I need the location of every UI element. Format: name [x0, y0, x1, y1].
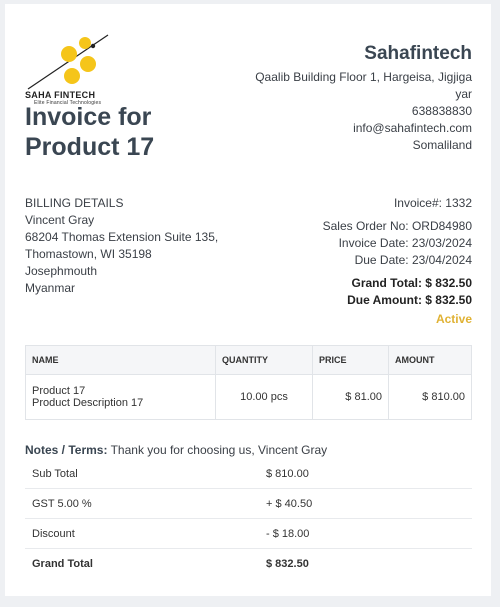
col-header-amount: AMOUNT — [388, 345, 472, 375]
col-header-price: PRICE — [312, 345, 389, 375]
sales-order-number: Sales Order No: ORD84980 — [322, 219, 472, 233]
invoice-title-line2: Product 17 — [25, 133, 155, 161]
billing-address-line2: Thomastown, WI 35198 — [25, 247, 152, 261]
item-price: $ 81.00 — [312, 374, 389, 420]
invoice-page: SAHA FINTECH Elite Financial Technologie… — [5, 4, 491, 596]
billing-city: Josephmouth — [25, 264, 98, 278]
company-address-line2: yar — [455, 87, 472, 101]
subtotal-label: Sub Total — [32, 467, 78, 480]
billing-country: Myanmar — [25, 281, 76, 295]
notes-terms: Notes / Terms: Thank you for choosing us… — [25, 442, 327, 458]
invoice-date: Invoice Date: 23/03/2024 — [338, 236, 472, 250]
tax-value: + $ 40.50 — [266, 497, 313, 510]
company-logo: SAHA FINTECH Elite Financial Technologie… — [25, 29, 125, 106]
grand-total-summary: Grand Total: $ 832.50 — [351, 276, 473, 290]
billing-details: BILLING DETAILS Vincent Gray 68204 Thoma… — [25, 195, 255, 297]
item-name: Product 17 — [32, 385, 86, 397]
discount-value: - $ 18.00 — [266, 527, 310, 540]
billing-heading: BILLING DETAILS — [25, 196, 124, 210]
due-date: Due Date: 23/04/2024 — [354, 253, 472, 267]
item-amount: $ 810.00 — [388, 374, 472, 420]
grand-total-label: Grand Total — [32, 557, 93, 570]
company-name: Sahafintech — [364, 43, 472, 64]
table-header-row: NAME QUANTITY PRICE AMOUNT — [25, 345, 472, 375]
logo-mark-icon — [27, 34, 109, 90]
item-quantity: 10.00 pcs — [215, 374, 313, 420]
company-phone: 638838830 — [411, 104, 472, 118]
due-amount-summary: Due Amount: $ 832.50 — [347, 293, 472, 307]
grand-total-row: Grand Total $ 832.50 — [25, 549, 472, 578]
discount-label: Discount — [32, 527, 75, 540]
subtotal-row: Sub Total $ 810.00 — [25, 459, 472, 489]
notes-text: Thank you for choosing us, Vincent Gray — [110, 443, 328, 457]
company-email[interactable]: info@sahafintech.com — [232, 120, 472, 137]
invoice-meta: Invoice#: 1332 Sales Order No: ORD84980 … — [222, 195, 472, 328]
items-table: NAME QUANTITY PRICE AMOUNT Product 17 Pr… — [25, 345, 472, 420]
item-name-cell: Product 17 Product Description 17 — [25, 374, 216, 420]
billing-address-line1: 68204 Thomas Extension Suite 135, — [25, 230, 219, 244]
invoice-title-line1: Invoice for — [25, 103, 152, 131]
company-country: Somaliland — [412, 138, 472, 152]
company-info: Sahafintech Qaalib Building Floor 1, Har… — [232, 42, 472, 154]
totals-table: Sub Total $ 810.00 GST 5.00 % + $ 40.50 … — [25, 459, 472, 578]
item-description: Product Description 17 — [32, 397, 144, 409]
col-header-quantity: QUANTITY — [215, 345, 313, 375]
subtotal-value: $ 810.00 — [266, 467, 309, 480]
invoice-title: Invoice for Product 17 — [25, 102, 154, 162]
company-address-line1: Qaalib Building Floor 1, Hargeisa, Jigji… — [255, 70, 472, 84]
notes-label: Notes / Terms: — [25, 443, 108, 457]
status-badge: Active — [435, 312, 472, 326]
grand-total-value: $ 832.50 — [266, 557, 309, 570]
billing-name: Vincent Gray — [25, 213, 95, 227]
tax-row: GST 5.00 % + $ 40.50 — [25, 489, 472, 519]
col-header-name: NAME — [25, 345, 216, 375]
discount-row: Discount - $ 18.00 — [25, 519, 472, 549]
tax-label: GST 5.00 % — [32, 497, 92, 510]
invoice-number: Invoice#: 1332 — [393, 196, 472, 210]
table-row: Product 17 Product Description 17 10.00 … — [25, 374, 472, 420]
logo-wordmark: SAHA FINTECH — [25, 90, 96, 100]
